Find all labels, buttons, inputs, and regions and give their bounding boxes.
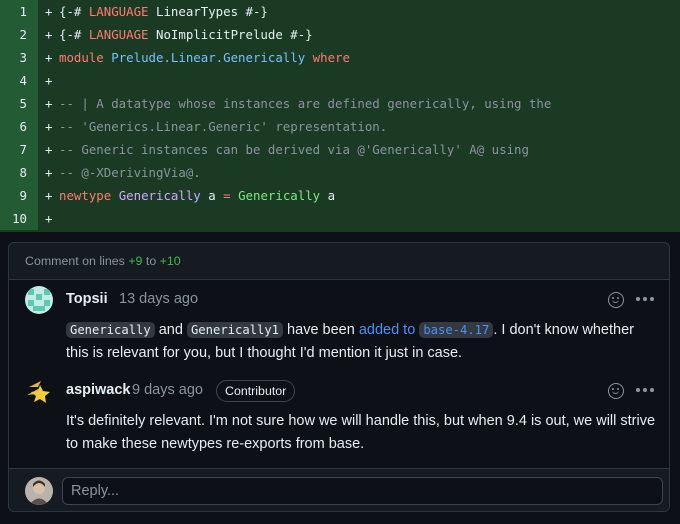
code-token: a xyxy=(200,188,224,203)
added-marker: + xyxy=(45,142,53,157)
code-token: LANGUAGE xyxy=(88,27,149,42)
body-text-and: and xyxy=(154,322,187,338)
code-content: -- 'Generics.Linear.Generic' representat… xyxy=(59,115,387,138)
code-token: -- @-XDerivingVia@. xyxy=(59,165,201,180)
body-text-have-been: have been xyxy=(283,322,359,338)
line-number[interactable]: 2 xyxy=(0,23,38,46)
thread-header: Comment on lines +9 to +10 xyxy=(9,243,669,280)
diff-line: 10 + xyxy=(0,207,680,230)
code-token: Generically xyxy=(238,188,321,203)
line-number[interactable]: 7 xyxy=(0,138,38,161)
code-content: {-# LANGUAGE NoImplicitPrelude #-} xyxy=(59,23,313,46)
line-end[interactable]: +10 xyxy=(160,254,181,268)
code-token: LinearTypes #-} xyxy=(148,4,268,19)
code-content: module Prelude.Linear.Generically where xyxy=(59,46,350,69)
added-to-link[interactable]: added to xyxy=(359,322,415,338)
diff-line: 6 + -- 'Generics.Linear.Generic' represent… xyxy=(0,115,680,138)
comment-body: It's definitely relevant. I'm not sure h… xyxy=(66,413,656,452)
reply-input[interactable]: Reply... xyxy=(62,477,663,505)
contributor-badge: Contributor xyxy=(216,380,296,402)
added-marker: + xyxy=(45,27,53,42)
avatar xyxy=(25,477,53,505)
line-number[interactable]: 9 xyxy=(0,184,38,207)
added-marker: + xyxy=(45,4,53,19)
avatar[interactable] xyxy=(25,377,53,405)
code-content: -- | A datatype whose instances are defi… xyxy=(59,92,551,115)
added-marker: + xyxy=(45,211,53,226)
added-marker: + xyxy=(45,96,53,111)
code-token: {-# xyxy=(59,27,89,42)
code-content: newtype Generically a = Generically a xyxy=(59,184,335,207)
comment-timestamp[interactable]: 9 days ago xyxy=(132,382,203,398)
base-version-link[interactable]: base-4.17 xyxy=(419,322,494,338)
code-token: Prelude.Linear.Generically xyxy=(111,50,306,65)
line-start[interactable]: +9 xyxy=(128,254,142,268)
diff-hunk: 1 + {-# LANGUAGE LinearTypes #-} 2 + {-# LANG… xyxy=(0,0,680,232)
thread-header-prefix: Comment on lines xyxy=(25,254,129,268)
code-token: where xyxy=(312,50,350,65)
code-token: {-# xyxy=(59,4,89,19)
added-marker: + xyxy=(45,73,53,88)
diff-line: 1 + {-# LANGUAGE LinearTypes #-} xyxy=(0,0,680,23)
diff-line: 5 + -- | A datatype whose instances are de… xyxy=(0,92,680,115)
code-token: -- Generic instances can be derived via … xyxy=(59,142,529,157)
line-number[interactable]: 10 xyxy=(0,207,38,230)
diff-line: 9 + newtype Generically a = Generically a xyxy=(0,184,680,207)
review-thread: Comment on lines +9 to +10 Topsii 13 day… xyxy=(8,242,670,512)
line-number[interactable]: 5 xyxy=(0,92,38,115)
line-number[interactable]: 1 xyxy=(0,0,38,23)
diff-line: 8 + -- @-XDerivingVia@. xyxy=(0,161,680,184)
line-number[interactable]: 4 xyxy=(0,69,38,92)
code-token: NoImplicitPrelude #-} xyxy=(148,27,313,42)
line-number[interactable]: 8 xyxy=(0,161,38,184)
added-marker: + xyxy=(45,165,53,180)
line-number[interactable]: 6 xyxy=(0,115,38,138)
smiley-icon[interactable] xyxy=(608,383,624,399)
code-token: Generically xyxy=(118,188,201,203)
comment-body: Generically and Generically1 have been a… xyxy=(66,319,656,365)
code-token: LANGUAGE xyxy=(88,4,149,19)
avatar[interactable] xyxy=(25,286,53,314)
diff-line: 7 + -- Generic instances can be derived vi… xyxy=(0,138,680,161)
thread-header-mid: to xyxy=(142,254,160,268)
code-content: -- @-XDerivingVia@. xyxy=(59,161,201,184)
reply-area: Reply... xyxy=(9,469,669,511)
code-generically: Generically xyxy=(66,322,155,338)
code-content: -- Generic instances can be derived via … xyxy=(59,138,529,161)
code-token: module xyxy=(59,50,104,65)
smiley-icon[interactable] xyxy=(608,292,624,308)
comment-author[interactable]: aspiwack xyxy=(66,382,131,398)
code-token: -- | A datatype whose instances are defi… xyxy=(59,96,552,111)
kebab-horizontal-icon[interactable] xyxy=(636,297,654,301)
code-generically1: Generically1 xyxy=(186,322,284,338)
code-token: newtype xyxy=(59,188,112,203)
kebab-horizontal-icon[interactable] xyxy=(636,388,654,392)
diff-line: 3 + module Prelude.Linear.Generically wher… xyxy=(0,46,680,69)
comment-timestamp[interactable]: 13 days ago xyxy=(119,291,198,307)
code-content: {-# LANGUAGE LinearTypes #-} xyxy=(59,0,268,23)
added-marker: + xyxy=(45,119,53,134)
line-number[interactable]: 3 xyxy=(0,46,38,69)
added-marker: + xyxy=(45,188,53,203)
comment-author[interactable]: Topsii xyxy=(66,291,108,307)
added-marker: + xyxy=(45,50,53,65)
code-token: = xyxy=(223,188,231,203)
code-token: a xyxy=(320,188,336,203)
diff-line: 2 + {-# LANGUAGE NoImplicitPrelude #-} xyxy=(0,23,680,46)
diff-line: 4 + xyxy=(0,69,680,92)
code-token: -- 'Generics.Linear.Generic' representat… xyxy=(59,119,388,134)
